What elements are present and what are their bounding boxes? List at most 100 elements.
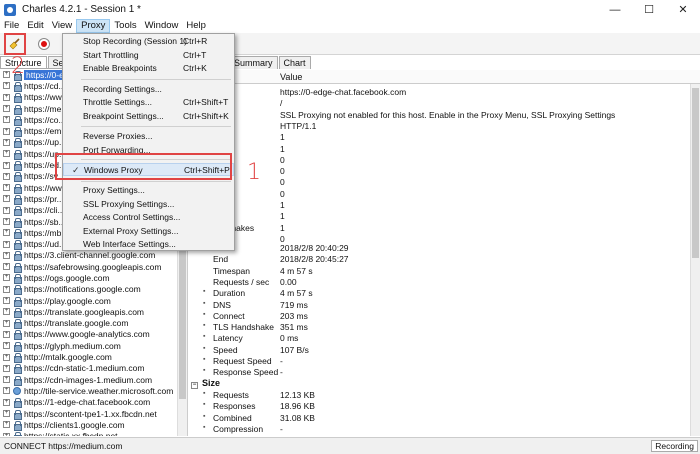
start-throttling-menu-item[interactable]: Start Throttling Ctrl+T <box>63 49 234 62</box>
value-column-header[interactable]: Value <box>280 72 302 82</box>
recording-status-button[interactable]: Recording <box>651 440 698 452</box>
tree-row[interactable]: + https://safebrowsing.googleapis.com <box>0 261 187 273</box>
expand-icon[interactable]: + <box>3 285 10 293</box>
expand-icon[interactable]: + <box>3 172 10 180</box>
expand-icon[interactable]: + <box>3 206 10 214</box>
detail-row[interactable]: 2018/2/8 20:40:29 <box>189 243 689 254</box>
detail-row[interactable]: ▪ Combined 31.08 KB <box>189 413 689 424</box>
tree-row[interactable]: + https://translate.google.com <box>0 318 187 330</box>
expand-icon[interactable]: + <box>3 195 10 203</box>
detail-row[interactable]: HTTP/1.1 <box>189 121 689 132</box>
expand-icon[interactable]: + <box>3 263 10 271</box>
detail-row[interactable]: 1 <box>189 132 689 143</box>
proxy-settings-menu-item[interactable]: Proxy Settings... <box>63 184 234 197</box>
detail-row[interactable]: Requests / sec 0.00 <box>189 277 689 288</box>
details-scrollbar[interactable] <box>690 84 700 436</box>
detail-row[interactable]: SSL Proxying not enabled for this host. … <box>189 110 689 121</box>
clear-session-button[interactable] <box>4 32 26 55</box>
ssl-proxying-settings-menu-item[interactable]: SSL Proxying Settings... <box>63 198 234 211</box>
tree-row[interactable]: + https://play.google.com <box>0 295 187 307</box>
access-control-settings-menu-item[interactable]: Access Control Settings... <box>63 211 234 224</box>
detail-row[interactable]: ▪ Latency 0 ms <box>189 333 689 344</box>
recording-settings-menu-item[interactable]: Recording Settings... <box>63 83 234 96</box>
expand-icon[interactable]: + <box>3 251 10 259</box>
tree-row[interactable]: + http://mtalk.google.com <box>0 351 187 364</box>
record-button[interactable] <box>34 34 54 54</box>
detail-row[interactable]: https://0-edge-chat.facebook.com <box>189 87 689 98</box>
menu-file[interactable]: File <box>0 19 23 33</box>
tree-row[interactable]: + https://www.google-analytics.com <box>0 329 187 341</box>
expand-icon[interactable]: + <box>3 421 10 429</box>
tree-row[interactable]: + https://1-edge-chat.facebook.com <box>0 397 187 409</box>
reverse-proxies-menu-item[interactable]: Reverse Proxies... <box>63 130 234 143</box>
tab-chart[interactable]: Chart <box>278 56 311 69</box>
expand-icon[interactable]: + <box>3 71 10 79</box>
breakpoint-settings-menu-item[interactable]: Breakpoint Settings... Ctrl+Shift+K <box>63 110 234 123</box>
expand-icon[interactable]: + <box>3 319 10 327</box>
detail-row[interactable]: / <box>189 98 689 109</box>
detail-row[interactable]: ▪ Requests 12.13 KB <box>189 390 689 401</box>
detail-row[interactable]: andshakes1 <box>189 223 689 234</box>
expand-icon[interactable]: + <box>3 93 10 101</box>
tree-row[interactable]: + https://cdn-static-1.medium.com <box>0 363 187 375</box>
details-scrollbar-thumb[interactable] <box>692 88 699 258</box>
tree-row[interactable]: + https://ogs.google.com <box>0 272 187 284</box>
expand-icon[interactable]: + <box>3 398 10 406</box>
expand-icon[interactable]: + <box>3 138 10 146</box>
external-proxy-settings-menu-item[interactable]: External Proxy Settings... <box>63 225 234 238</box>
tree-row[interactable]: + http://tile-service.weather.microsoft.c… <box>0 385 187 396</box>
detail-row[interactable]: ▪ Responses 18.96 KB <box>189 401 689 412</box>
detail-row[interactable]: ▪ Request Speed - <box>189 356 689 367</box>
minimize-button[interactable]: — <box>598 0 632 19</box>
detail-row[interactable]: ects1 <box>189 211 689 222</box>
tree-row[interactable]: + https://scontent-tpe1-1.xx.fbcdn.net <box>0 408 187 420</box>
expand-icon[interactable]: + <box>3 184 10 192</box>
expand-icon[interactable]: + <box>3 376 10 384</box>
expand-icon[interactable]: + <box>3 330 10 338</box>
expand-icon[interactable]: + <box>3 229 10 237</box>
menu-tools[interactable]: Tools <box>110 19 140 33</box>
expand-icon[interactable]: + <box>3 342 10 350</box>
detail-row[interactable]: End 2018/2/8 20:45:27 <box>189 254 689 265</box>
detail-row[interactable]: ▪ DNS 719 ms <box>189 300 689 311</box>
expand-icon[interactable]: + <box>3 274 10 282</box>
size-section-header[interactable]: − Size <box>191 378 220 389</box>
expand-icon[interactable]: + <box>3 387 10 395</box>
menu-proxy[interactable]: Proxy <box>76 19 111 33</box>
close-button[interactable]: ✕ <box>666 0 700 19</box>
detail-row[interactable]: ▪ Connect 203 ms <box>189 311 689 322</box>
tree-row[interactable]: + https://translate.googleapis.com <box>0 306 187 318</box>
throttle-settings-menu-item[interactable]: Throttle Settings... Ctrl+Shift+T <box>63 96 234 109</box>
menu-window[interactable]: Window <box>141 19 183 33</box>
detail-row[interactable]: ▪ Duration 4 m 57 s <box>189 288 689 299</box>
tree-row[interactable]: + https://3.client-channel.google.com <box>0 250 187 262</box>
menu-view[interactable]: View <box>48 19 76 33</box>
tree-row[interactable]: + https://clients1.google.com <box>0 419 187 431</box>
detail-row[interactable]: ▪ Compression - <box>189 424 689 435</box>
menu-help[interactable]: Help <box>182 19 210 33</box>
tree-row[interactable]: + https://glyph.medium.com <box>0 340 187 352</box>
detail-row[interactable]: 0 <box>189 166 689 177</box>
expand-icon[interactable]: + <box>3 432 10 436</box>
web-interface-settings-menu-item[interactable]: Web Interface Settings... <box>63 238 234 251</box>
expand-icon[interactable]: + <box>3 150 10 158</box>
tree-row[interactable]: + https://static.xx.fbcdn.net <box>0 431 187 436</box>
enable-breakpoints-menu-item[interactable]: Enable Breakpoints Ctrl+K <box>63 62 234 75</box>
tree-scrollbar-thumb[interactable] <box>179 249 186 399</box>
expand-icon[interactable]: + <box>3 240 10 248</box>
expand-icon[interactable]: + <box>3 82 10 90</box>
detail-row[interactable]: leted1 <box>189 144 689 155</box>
tree-row[interactable]: + https://notifications.google.com <box>0 284 187 296</box>
expand-icon[interactable]: + <box>3 116 10 124</box>
expand-icon[interactable]: + <box>3 161 10 169</box>
tab-summary[interactable]: Summary <box>229 56 278 69</box>
expand-icon[interactable]: + <box>3 308 10 316</box>
expand-icon[interactable]: + <box>3 353 10 361</box>
maximize-button[interactable]: ☐ <box>632 0 666 19</box>
expand-icon[interactable]: + <box>3 364 10 372</box>
expand-icon[interactable]: + <box>3 218 10 225</box>
detail-row[interactable]: ▪ TLS Handshake 351 ms <box>189 322 689 333</box>
collapse-icon[interactable]: − <box>191 382 198 389</box>
expand-icon[interactable]: + <box>3 410 10 418</box>
detail-row[interactable]: ete0 <box>189 155 689 166</box>
